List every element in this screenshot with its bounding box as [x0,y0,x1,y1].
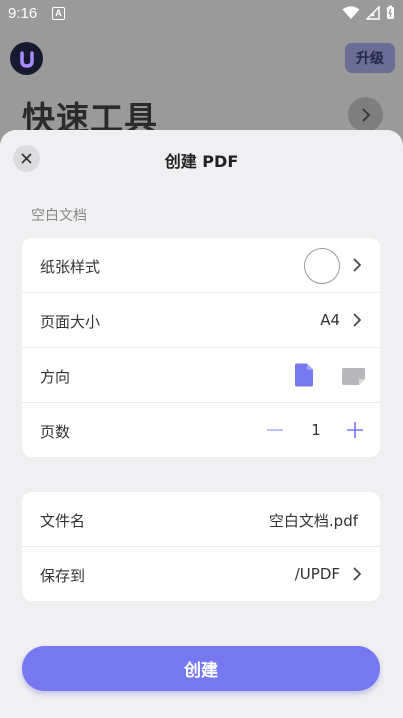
minus-icon [267,429,283,431]
page-count-row: 页数 1 [22,403,380,458]
file-settings-card: 文件名 空白文档.pdf 保存到 /UPDF [22,492,380,601]
page-count-label: 页数 [40,423,71,441]
wifi-icon [342,5,360,19]
paper-style-preview [304,248,340,284]
status-bar: 9:16 A [0,0,403,28]
file-name-value[interactable]: 空白文档.pdf [269,510,358,531]
page-size-label: 页面大小 [40,313,101,331]
chevron-right-icon [353,567,362,581]
file-name-label: 文件名 [40,512,86,530]
orientation-label: 方向 [40,368,71,386]
paper-style-label: 纸张样式 [40,258,101,276]
page-size-row[interactable]: 页面大小 A4 [22,293,380,348]
chevron-right-icon [353,258,362,272]
page-count-value: 1 [311,421,321,439]
chevron-right-icon[interactable] [348,97,383,132]
create-button[interactable]: 创建 [22,646,380,691]
chevron-right-icon [353,313,362,327]
landscape-orientation-icon[interactable] [341,367,366,386]
increment-button[interactable] [344,419,366,441]
decrement-button[interactable] [264,419,286,441]
document-settings-card: 纸张样式 页面大小 A4 方向 页数 1 [22,238,380,457]
file-name-row[interactable]: 文件名 空白文档.pdf [22,492,380,547]
battery-icon [387,5,394,19]
page-size-value: A4 [320,311,340,329]
sheet-title: 创建 PDF [164,152,239,171]
signal-icon [366,5,380,20]
save-to-label: 保存到 [40,567,86,585]
portrait-orientation-icon[interactable] [294,363,314,387]
plus-icon [347,422,363,438]
status-icons [342,5,395,20]
save-to-value: /UPDF [294,565,340,583]
save-to-row[interactable]: 保存到 /UPDF [22,547,380,602]
section-label: 空白文档 [31,208,87,224]
notification-a-icon: A [52,7,65,20]
upgrade-button[interactable]: 升级 [345,43,395,73]
create-pdf-sheet: 创建 PDF 空白文档 纸张样式 页面大小 A4 方向 页数 1 文件名 空白文… [0,130,403,718]
app-logo-icon[interactable] [10,42,43,75]
paper-style-row[interactable]: 纸张样式 [22,238,380,293]
status-time: 9:16 [8,5,38,22]
orientation-row: 方向 [22,348,380,403]
